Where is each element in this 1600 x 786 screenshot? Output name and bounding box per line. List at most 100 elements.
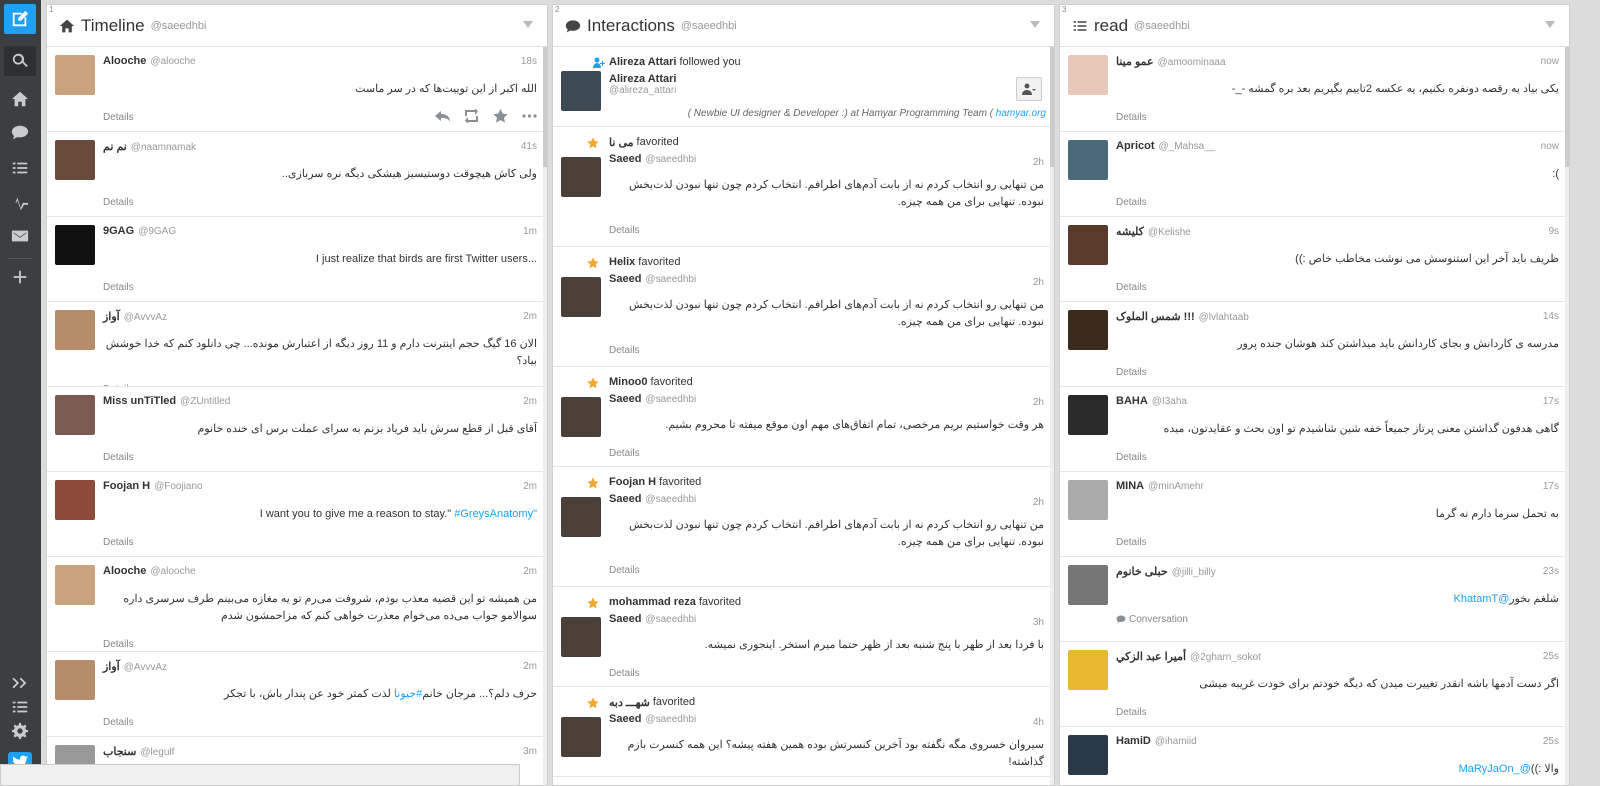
avatar[interactable] <box>55 55 95 95</box>
tweet-timestamp[interactable]: 2m <box>523 566 537 577</box>
tweet-link[interactable]: @_MaRyJaOn <box>1459 763 1531 775</box>
user-handle[interactable]: @jilli_billy <box>1172 567 1216 578</box>
user-name[interactable]: آواز <box>103 310 120 323</box>
tweet[interactable]: Alooche @alooche 2m من همیشه تو این قضیه مع… <box>47 557 547 652</box>
favorite-notification[interactable]: Helix favorited Saeed @saeedhbi 2h من تنهایی … <box>553 247 1054 367</box>
user-handle[interactable]: @alooche <box>150 56 195 67</box>
avatar[interactable] <box>1068 225 1108 265</box>
home-button[interactable] <box>4 84 36 114</box>
favorite-notification[interactable]: Minoo0 favorited Saeed @saeedhbi 2h هر وقت خو… <box>553 367 1054 467</box>
avatar[interactable] <box>561 277 601 317</box>
user-name[interactable]: Alireza Attari <box>609 73 1042 85</box>
details-link[interactable]: Details <box>1116 282 1147 293</box>
user-handle[interactable]: @AvvvAz <box>124 312 167 323</box>
avatar[interactable] <box>1068 55 1108 95</box>
details-link[interactable]: Details <box>1116 707 1147 718</box>
tweet[interactable]: نم نم @naamnamak 41s ولی کاش هیچوقت دوستیسی… <box>47 132 547 217</box>
scrollbar[interactable] <box>1050 47 1054 785</box>
user-handle[interactable]: @I3aha <box>1152 396 1187 407</box>
details-link[interactable]: Details <box>609 668 640 679</box>
user-name[interactable]: نم نم <box>103 140 127 153</box>
user-name[interactable]: Saeed <box>609 273 641 285</box>
user-name[interactable]: حبلی خانوم <box>1116 565 1168 578</box>
avatar[interactable] <box>1068 140 1108 180</box>
user-name[interactable]: Saeed <box>609 393 641 405</box>
avatar[interactable] <box>1068 735 1108 775</box>
tweet-link[interactable]: #GreysAnatomy" <box>451 508 537 520</box>
user-name[interactable]: أميرا عبد الزكي <box>1116 650 1186 663</box>
avatar[interactable] <box>561 497 601 537</box>
user-handle[interactable]: @legulf <box>140 747 174 758</box>
avatar[interactable] <box>561 717 601 757</box>
tweet[interactable]: أميرا عبد الزكي @2gharn_sokot 25s اگر دست آ… <box>1060 642 1569 727</box>
tweet-timestamp[interactable]: 4h <box>1033 717 1044 728</box>
user-handle[interactable]: @saeedhbi <box>645 714 696 725</box>
favorite-notification[interactable]: می نا favorited Saeed @saeedhbi 2h من تنهایی … <box>553 127 1054 247</box>
settings-button[interactable] <box>4 716 36 746</box>
scrollbar[interactable] <box>543 47 547 785</box>
user-name[interactable]: Saeed <box>609 713 641 725</box>
avatar[interactable] <box>561 397 601 437</box>
details-link[interactable]: Details <box>103 537 134 548</box>
details-link[interactable]: Details <box>1116 452 1147 463</box>
user-handle[interactable]: @saeedhbi <box>645 614 696 625</box>
tweet-timestamp[interactable]: 2h <box>1033 277 1044 288</box>
tweet[interactable]: Foojan H @Foojiano 2m I want you to give me… <box>47 472 547 557</box>
user-handle[interactable]: @naamnamak <box>131 142 196 153</box>
user-handle[interactable]: @saeedhbi <box>645 274 696 285</box>
scrollbar[interactable] <box>1565 47 1569 785</box>
user-name[interactable]: 9GAG <box>103 225 134 237</box>
tweet-timestamp[interactable]: 23s <box>1543 566 1559 577</box>
lists-button[interactable] <box>4 153 36 183</box>
user-handle[interactable]: @saeedhbi <box>645 494 696 505</box>
column-header[interactable]: 1 Timeline @saeedhbi <box>47 5 547 47</box>
details-link[interactable]: Details <box>609 345 640 356</box>
tweet-link[interactable]: #جیونا <box>394 688 422 700</box>
bio-link[interactable]: hamyar.org <box>996 108 1046 119</box>
user-handle[interactable]: @2gharn_sokot <box>1190 652 1261 663</box>
details-link[interactable]: Details <box>1116 197 1147 208</box>
details-link[interactable]: Details <box>609 565 640 576</box>
details-link[interactable]: Details <box>103 717 134 728</box>
avatar[interactable] <box>55 395 95 435</box>
tweet-timestamp[interactable]: 2m <box>523 311 537 322</box>
tweet-link[interactable]: @KhatamT <box>1453 593 1509 605</box>
tweet[interactable]: Alooche @alooche 18s الله اکبر از این توییت… <box>47 47 547 132</box>
interaction-actor[interactable]: شهـــ دبه <box>609 696 650 709</box>
tweet[interactable]: آواز @AvvvAz 2m الان 16 گیگ حجم اینترنت دار… <box>47 302 547 387</box>
user-handle[interactable]: @Kelishe <box>1148 227 1191 238</box>
avatar[interactable] <box>1068 310 1108 350</box>
interaction-actor[interactable]: Foojan H <box>609 476 656 488</box>
user-handle[interactable]: @ZUntitled <box>180 396 230 407</box>
column-options-caret-icon[interactable] <box>1545 21 1555 28</box>
tweet-timestamp[interactable]: 2m <box>523 481 537 492</box>
details-link[interactable]: Details <box>103 639 134 650</box>
user-name[interactable]: HamiD <box>1116 735 1151 747</box>
tweet[interactable]: آواز @AvvvAz 2m حرف دلم؟... مرجان خانم#جیون… <box>47 652 547 737</box>
user-name[interactable]: سنجاب <box>103 745 136 758</box>
user-handle[interactable]: @_Mahsa__ <box>1159 141 1216 152</box>
user-name[interactable]: Saeed <box>609 613 641 625</box>
tweet-timestamp[interactable]: now <box>1541 141 1559 152</box>
tweet[interactable]: شمس الملوک !!! @lvlahtaab 14s مدرسه ی کاردا… <box>1060 302 1569 387</box>
messages-button[interactable] <box>4 221 36 251</box>
interaction-actor[interactable]: mohammad reza <box>609 596 696 608</box>
user-name[interactable]: BAHA <box>1116 395 1148 407</box>
user-name[interactable]: Miss unTiTled <box>103 395 176 407</box>
user-handle[interactable]: @AvvvAz <box>124 662 167 673</box>
more-icon[interactable] <box>522 109 537 123</box>
user-name[interactable]: Apricot <box>1116 140 1155 152</box>
user-name[interactable]: MINA <box>1116 480 1144 492</box>
details-link[interactable]: Details <box>103 452 134 463</box>
tweet[interactable]: کلیشه @Kelishe 9s ظریف باید آخر این استنوسش… <box>1060 217 1569 302</box>
add-column-button[interactable] <box>4 262 36 292</box>
user-handle[interactable]: @minAmehr <box>1148 481 1204 492</box>
user-handle[interactable]: @Foojiano <box>154 481 203 492</box>
user-name[interactable]: Foojan H <box>103 480 150 492</box>
interaction-actor[interactable]: Helix <box>609 256 635 268</box>
user-handle[interactable]: @ihamiid <box>1155 736 1197 747</box>
details-link[interactable]: Details <box>1116 112 1147 123</box>
compose-button[interactable] <box>4 4 36 34</box>
tweet-timestamp[interactable]: 17s <box>1543 481 1559 492</box>
avatar[interactable] <box>1068 565 1108 605</box>
